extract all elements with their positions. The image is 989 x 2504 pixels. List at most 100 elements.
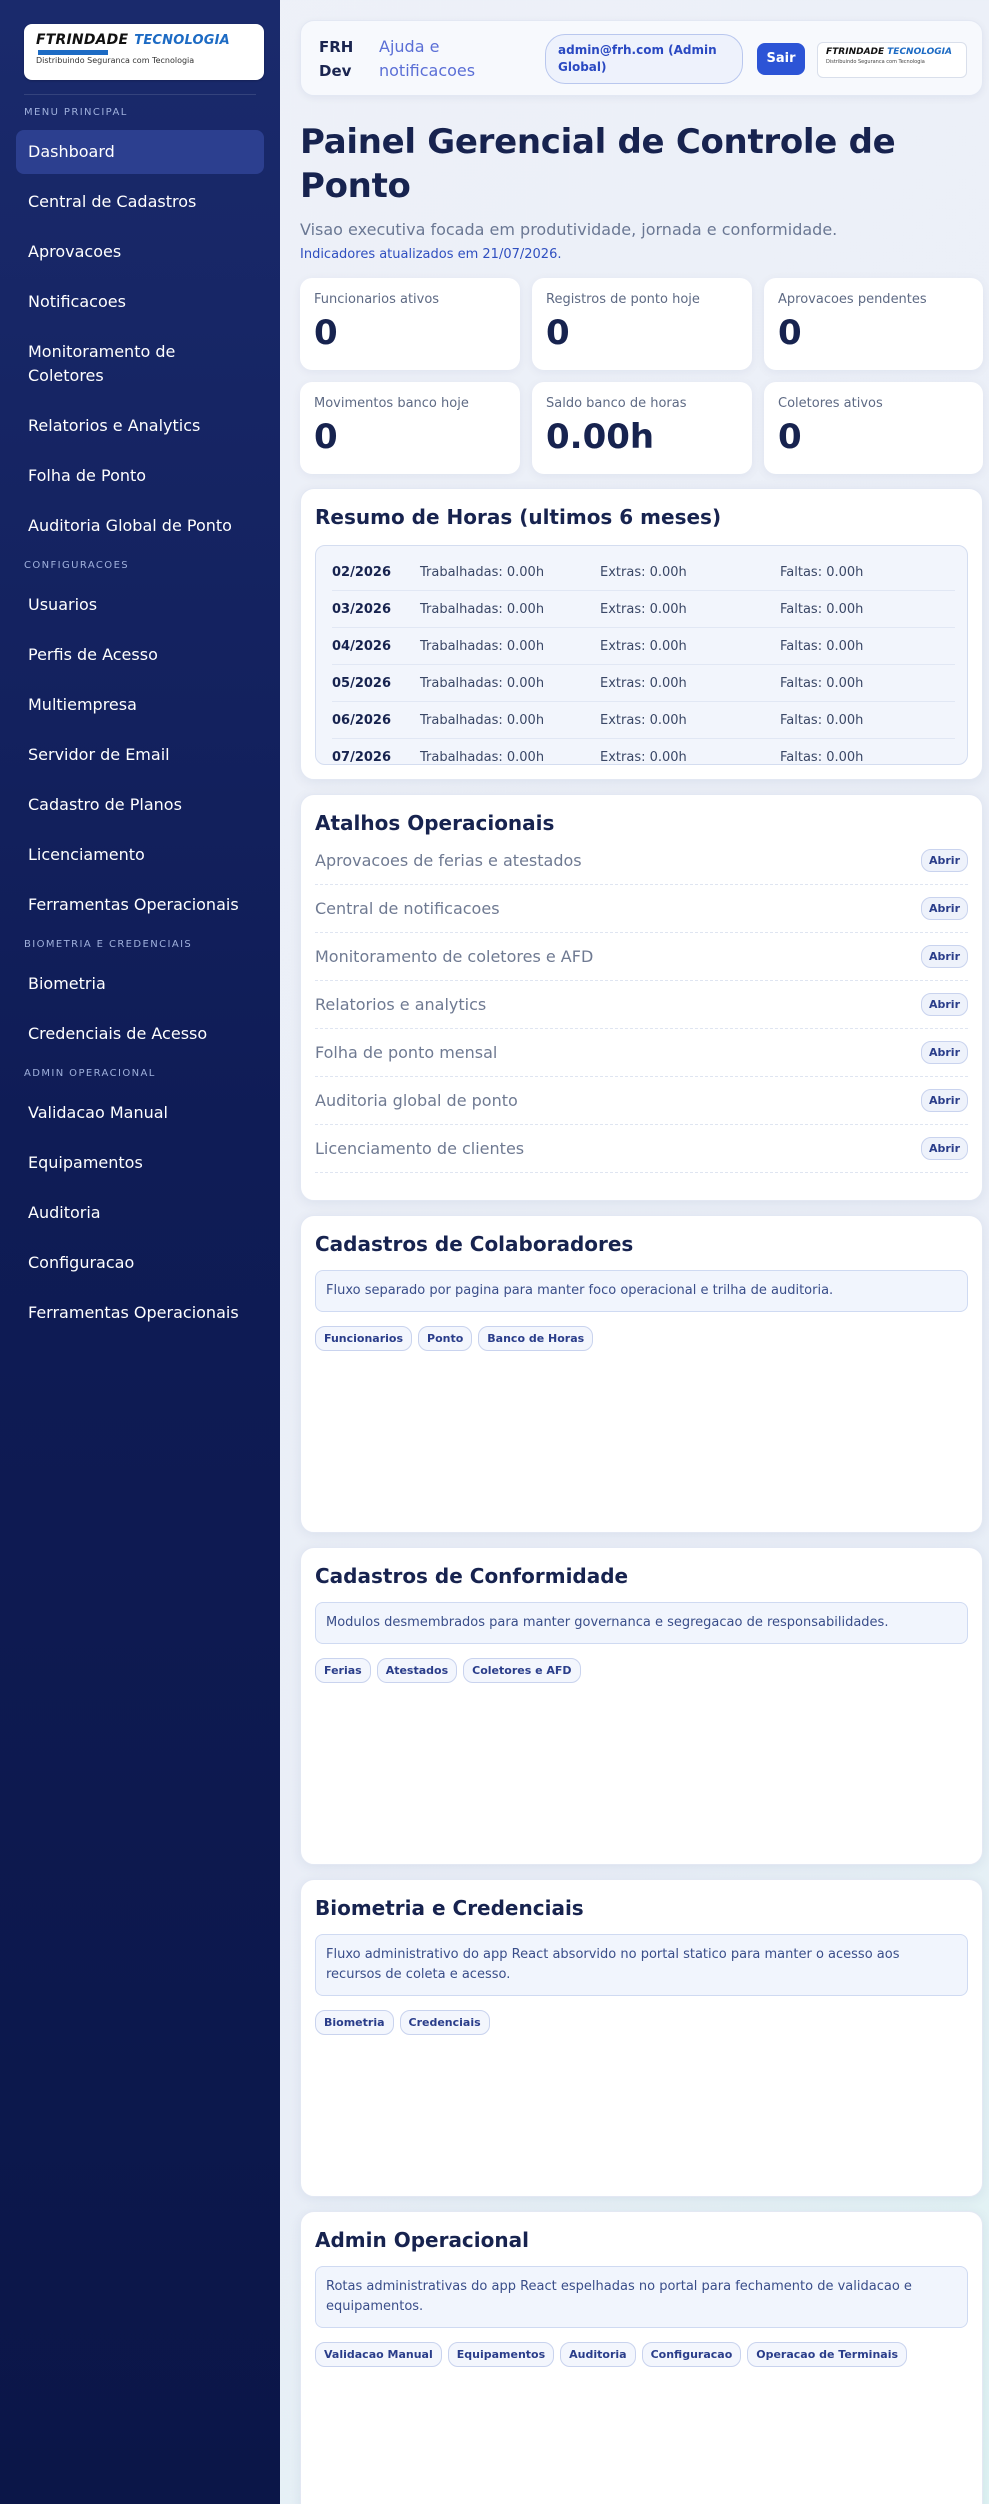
shortcut-item[interactable]: Licenciamento de clientes Abrir	[315, 1125, 968, 1173]
updated-timestamp: Indicadores atualizados em 21/07/2026.	[300, 247, 562, 262]
kpi-value: 0	[778, 313, 802, 353]
page-subtitle: Visao executiva focada em produtividade,…	[300, 220, 838, 239]
tag-credenciais[interactable]: Credenciais	[399, 2010, 490, 2035]
module-info: Rotas administrativas do app React espel…	[315, 2266, 968, 2328]
hours-summary-list[interactable]: 02/2026 Trabalhadas: 0.00h Extras: 0.00h Fa…	[315, 545, 968, 765]
sidebar-item-licenciamento[interactable]: Licenciamento	[16, 833, 264, 877]
sidebar-item-auditoria-global[interactable]: Auditoria Global de Ponto	[16, 504, 264, 548]
row-worked: Trabalhadas: 0.00h	[420, 675, 545, 691]
sidebar-item-cadastro-de-planos[interactable]: Cadastro de Planos	[16, 783, 264, 827]
tag-coletores-afd[interactable]: Coletores e AFD	[463, 1658, 581, 1683]
row-month: 06/2026	[332, 712, 392, 728]
table-row: 02/2026 Trabalhadas: 0.00h Extras: 0.00h Fa…	[332, 554, 955, 591]
row-absent: Faltas: 0.00h	[780, 601, 864, 617]
row-worked: Trabalhadas: 0.00h	[420, 601, 545, 617]
row-worked: Trabalhadas: 0.00h	[420, 712, 545, 728]
shortcut-item[interactable]: Central de notificacoes Abrir	[315, 885, 968, 933]
tag-ferias[interactable]: Ferias	[315, 1658, 371, 1683]
sidebar-item-auditoria[interactable]: Auditoria	[16, 1191, 264, 1235]
kpi-label: Saldo banco de horas	[546, 396, 687, 411]
sidebar-item-credenciais-de-acesso[interactable]: Credenciais de Acesso	[16, 1012, 264, 1056]
module-title: Cadastros de Colaboradores	[315, 1232, 634, 1256]
shortcut-item[interactable]: Monitoramento de coletores e AFD Abrir	[315, 933, 968, 981]
row-month: 05/2026	[332, 675, 392, 691]
user-badge[interactable]: admin@frh.com (Admin Global)	[545, 34, 743, 84]
tag-configuracao[interactable]: Configuracao	[641, 2342, 742, 2367]
shortcut-item[interactable]: Auditoria global de ponto Abrir	[315, 1077, 968, 1125]
open-button[interactable]: Abrir	[920, 897, 968, 920]
sidebar-item-notificacoes[interactable]: Notificacoes	[16, 280, 264, 324]
module-tags: Funcionarios Ponto Banco de Horas	[315, 1326, 968, 1351]
sidebar-item-monitoramento-coletores[interactable]: Monitoramento de Coletores	[16, 330, 236, 398]
kpi-card: Funcionarios ativos 0	[300, 278, 520, 370]
company-logo: FTRINDADE TECNOLOGIA Distribuindo Seguran…	[817, 42, 967, 78]
main-content: FRH Dev Ajuda e notificacoes admin@frh.c…	[300, 20, 983, 2504]
page-title: Painel Gerencial de Controle de Ponto	[300, 122, 896, 206]
sidebar-item-dashboard[interactable]: Dashboard	[16, 130, 264, 174]
shortcut-label: Licenciamento de clientes	[315, 1139, 525, 1158]
brand-logo[interactable]: FTRINDADE TECNOLOGIA Distribuindo Seguran…	[24, 24, 264, 80]
sidebar-item-folha-de-ponto[interactable]: Folha de Ponto	[16, 454, 264, 498]
sidebar-item-equipamentos[interactable]: Equipamentos	[16, 1141, 264, 1185]
tag-auditoria[interactable]: Auditoria	[560, 2342, 636, 2367]
open-button[interactable]: Abrir	[920, 993, 968, 1016]
sidebar-item-perfis-de-acesso[interactable]: Perfis de Acesso	[16, 633, 264, 677]
mini-logo-tagline: Distribuindo Seguranca com Tecnologia	[826, 59, 925, 65]
tag-biometria[interactable]: Biometria	[315, 2010, 394, 2035]
row-worked: Trabalhadas: 0.00h	[420, 564, 545, 580]
kpi-label: Registros de ponto hoje	[546, 292, 700, 307]
module-card-admin-operacional: Admin Operacional Rotas administrativas …	[300, 2211, 983, 2504]
tag-banco-de-horas[interactable]: Banco de Horas	[478, 1326, 594, 1351]
logo-bar	[38, 50, 108, 55]
sidebar-item-aprovacoes[interactable]: Aprovacoes	[16, 230, 264, 274]
module-card-colaboradores: Cadastros de Colaboradores Fluxo separad…	[300, 1215, 983, 1533]
sidebar-item-servidor-de-email[interactable]: Servidor de Email	[16, 733, 264, 777]
module-info: Modulos desmembrados para manter governa…	[315, 1602, 968, 1644]
section-title-admin-operacional: ADMIN OPERACIONAL	[24, 1068, 156, 1079]
row-absent: Faltas: 0.00h	[780, 638, 864, 654]
module-info: Fluxo separado por pagina para manter fo…	[315, 1270, 968, 1312]
logout-button[interactable]: Sair	[757, 43, 805, 75]
open-button[interactable]: Abrir	[920, 1137, 968, 1160]
tag-atestados[interactable]: Atestados	[376, 1658, 458, 1683]
sidebar-item-central-de-cadastros[interactable]: Central de Cadastros	[16, 180, 264, 224]
row-extra: Extras: 0.00h	[600, 638, 687, 654]
sidebar-item-relatorios-analytics[interactable]: Relatorios e Analytics	[16, 404, 264, 448]
section-title-biometria: BIOMETRIA E CREDENCIAIS	[24, 939, 193, 950]
shortcuts-card: Atalhos Operacionais Aprovacoes de feria…	[300, 794, 983, 1201]
kpi-label: Funcionarios ativos	[314, 292, 440, 307]
row-month: 07/2026	[332, 749, 392, 765]
sidebar-item-validacao-manual[interactable]: Validacao Manual	[16, 1091, 264, 1135]
tag-operacao-terminais[interactable]: Operacao de Terminais	[747, 2342, 908, 2367]
tag-funcionarios[interactable]: Funcionarios	[315, 1326, 413, 1351]
row-extra: Extras: 0.00h	[600, 712, 687, 728]
tag-ponto[interactable]: Ponto	[418, 1326, 473, 1351]
open-button[interactable]: Abrir	[920, 849, 968, 872]
open-button[interactable]: Abrir	[920, 945, 968, 968]
row-worked: Trabalhadas: 0.00h	[420, 638, 545, 654]
sidebar-item-biometria[interactable]: Biometria	[16, 962, 264, 1006]
sidebar-item-ferramentas-operacionais-admin[interactable]: Ferramentas Operacionais	[16, 1291, 264, 1335]
shortcut-item[interactable]: Relatorios e analytics Abrir	[315, 981, 968, 1029]
help-notifications-link[interactable]: Ajuda e notificacoes	[379, 35, 499, 83]
shortcut-label: Folha de ponto mensal	[315, 1043, 498, 1062]
open-button[interactable]: Abrir	[920, 1041, 968, 1064]
sidebar-item-configuracao[interactable]: Configuracao	[16, 1241, 264, 1285]
kpi-grid: Funcionarios ativos 0 Registros de ponto …	[300, 278, 983, 474]
kpi-card: Saldo banco de horas 0.00h	[532, 382, 752, 474]
module-tags: Validacao Manual Equipamentos Auditoria …	[315, 2342, 968, 2367]
tag-equipamentos[interactable]: Equipamentos	[447, 2342, 555, 2367]
shortcut-item[interactable]: Aprovacoes de ferias e atestados Abrir	[315, 837, 968, 885]
shortcut-item[interactable]: Folha de ponto mensal Abrir	[315, 1029, 968, 1077]
sidebar-item-multiempresa[interactable]: Multiempresa	[16, 683, 264, 727]
open-button[interactable]: Abrir	[920, 1089, 968, 1112]
sidebar-item-usuarios[interactable]: Usuarios	[16, 583, 264, 627]
table-row: 04/2026 Trabalhadas: 0.00h Extras: 0.00h Fa…	[332, 628, 955, 665]
kpi-value: 0	[314, 313, 338, 353]
module-card-biometria: Biometria e Credenciais Fluxo administra…	[300, 1879, 983, 2197]
section-title-configuracoes: CONFIGURACOES	[24, 560, 130, 571]
sidebar-item-ferramentas-operacionais[interactable]: Ferramentas Operacionais	[16, 883, 264, 927]
table-row: 05/2026 Trabalhadas: 0.00h Extras: 0.00h Fa…	[332, 665, 955, 702]
kpi-label: Coletores ativos	[778, 396, 883, 411]
tag-validacao-manual[interactable]: Validacao Manual	[315, 2342, 442, 2367]
